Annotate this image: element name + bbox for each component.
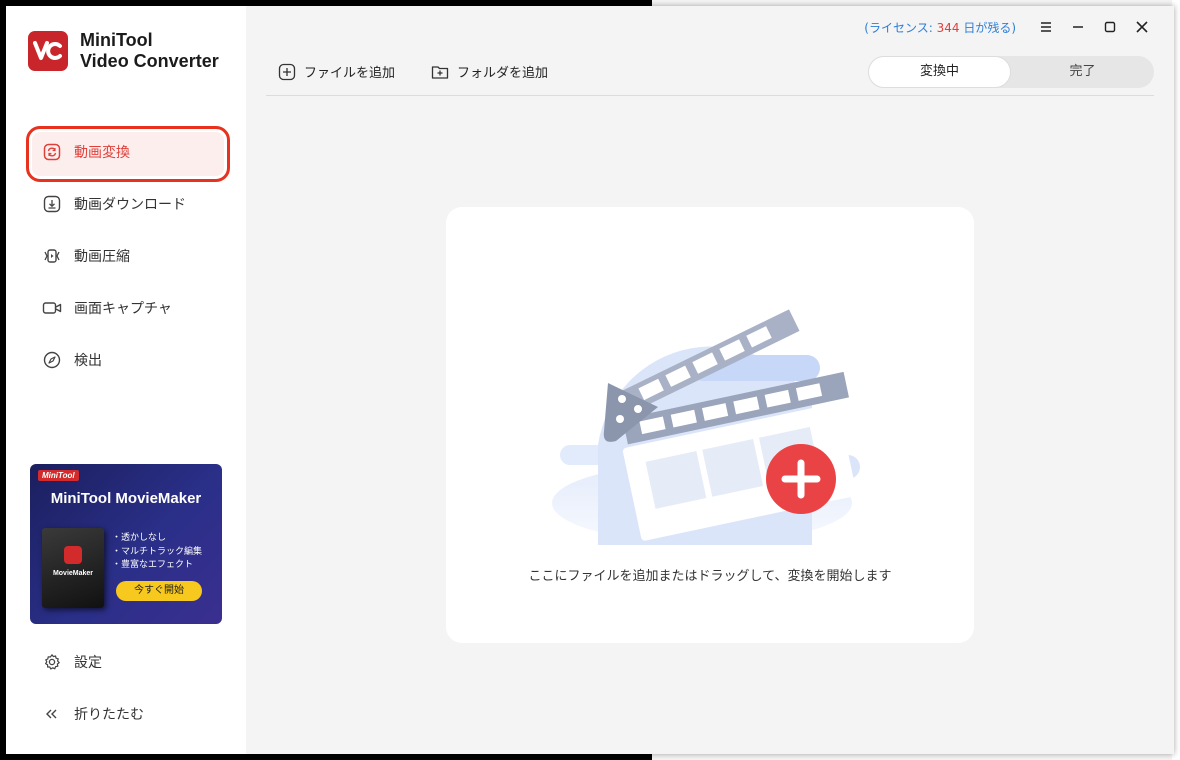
clapperboard-add-illustration: [552, 309, 860, 545]
main-panel: (ライセンス: 344 日が残る) ファイルを追加 フォルダを追加 変換中 完了…: [246, 6, 1174, 754]
compress-icon: [42, 246, 62, 266]
menu-button[interactable]: [1030, 16, 1062, 38]
collapse-label: 折りたたむ: [74, 707, 144, 723]
app-window: MiniTool Video Converter 動画変換 動画ダウンロード 動…: [6, 6, 1174, 754]
compass-icon: [42, 350, 62, 370]
minimize-icon: [1073, 26, 1083, 28]
tab-converting[interactable]: 変換中: [868, 56, 1011, 88]
add-folder-icon: [431, 65, 449, 79]
product-box-image: MovieMaker: [42, 528, 104, 608]
sidebar-item-label: 動画圧縮: [74, 249, 130, 265]
brand: MiniTool Video Converter: [28, 30, 219, 72]
drop-hint: ここにファイルを追加またはドラッグして、変換を開始します: [528, 569, 892, 584]
license-status[interactable]: (ライセンス: 344 日が残る): [864, 19, 1016, 36]
sidebar-item-video-compress[interactable]: 動画圧縮: [6, 230, 246, 282]
promo-banner[interactable]: MiniTool MiniTool MovieMaker MovieMaker …: [30, 464, 222, 624]
promo-badge: MiniTool: [38, 470, 79, 481]
sidebar-item-screen-capture[interactable]: 画面キャプチャ: [6, 282, 246, 334]
maximize-button[interactable]: [1094, 16, 1126, 38]
sidebar: MiniTool Video Converter 動画変換 動画ダウンロード 動…: [6, 6, 246, 754]
convert-icon: [42, 142, 62, 162]
toolbar-divider: [266, 95, 1154, 96]
add-file-icon: [278, 63, 296, 80]
app-logo-icon: [28, 31, 68, 71]
sidebar-nav: 動画変換 動画ダウンロード 動画圧縮 画面キャプチャ 検出: [6, 126, 246, 386]
sidebar-item-label: 動画変換: [74, 145, 130, 161]
promo-features: ・透かしなし ・マルチトラック編集 ・豊富なエフェクト: [112, 532, 202, 573]
minimize-button[interactable]: [1062, 16, 1094, 38]
download-icon: [42, 194, 62, 214]
app-name-line1: MiniTool: [80, 30, 153, 50]
close-icon: [1136, 21, 1148, 33]
title-bar: (ライセンス: 344 日が残る): [864, 16, 1158, 38]
double-chevron-left-icon: [42, 704, 62, 724]
tab-done[interactable]: 完了: [1011, 56, 1154, 88]
collapse-button[interactable]: 折りたたむ: [6, 688, 246, 740]
status-tabs: 変換中 完了: [868, 56, 1154, 88]
file-drop-zone[interactable]: ここにファイルを追加またはドラッグして、変換を開始します: [446, 207, 974, 643]
sidebar-item-label: 検出: [74, 353, 102, 369]
promo-feature: ・透かしなし: [112, 533, 167, 543]
add-file-label: ファイルを追加: [304, 66, 396, 81]
sidebar-item-label: 画面キャプチャ: [74, 301, 172, 317]
screen-record-icon: [42, 298, 62, 318]
license-suffix: 日が残る): [959, 20, 1016, 35]
promo-start-button[interactable]: 今すぐ開始: [116, 581, 202, 601]
sidebar-item-discover[interactable]: 検出: [6, 334, 246, 386]
settings-label: 設定: [74, 655, 102, 671]
product-box-name: MovieMaker: [52, 570, 94, 577]
hamburger-icon: [1041, 22, 1051, 32]
license-prefix: (ライセンス:: [864, 20, 937, 35]
app-name-line2: Video Converter: [80, 51, 219, 71]
close-button[interactable]: [1126, 16, 1158, 38]
add-file-button[interactable]: ファイルを追加: [278, 62, 395, 81]
license-days: 344: [936, 20, 960, 35]
sidebar-item-video-download[interactable]: 動画ダウンロード: [6, 178, 246, 230]
sidebar-bottom: 設定 折りたたむ: [6, 636, 246, 740]
settings-button[interactable]: 設定: [6, 636, 246, 688]
sidebar-item-video-convert[interactable]: 動画変換: [6, 126, 246, 182]
add-folder-label: フォルダを追加: [457, 66, 549, 81]
gear-icon: [42, 652, 62, 672]
promo-feature: ・豊富なエフェクト: [112, 560, 194, 570]
moviemaker-logo-icon: [64, 546, 82, 564]
sidebar-item-label: 動画ダウンロード: [74, 197, 186, 213]
toolbar: ファイルを追加 フォルダを追加: [278, 62, 584, 81]
promo-feature: ・マルチトラック編集: [112, 546, 203, 557]
maximize-icon: [1104, 21, 1116, 33]
promo-title: MiniTool MovieMaker: [50, 490, 202, 507]
add-folder-button[interactable]: フォルダを追加: [431, 62, 548, 81]
